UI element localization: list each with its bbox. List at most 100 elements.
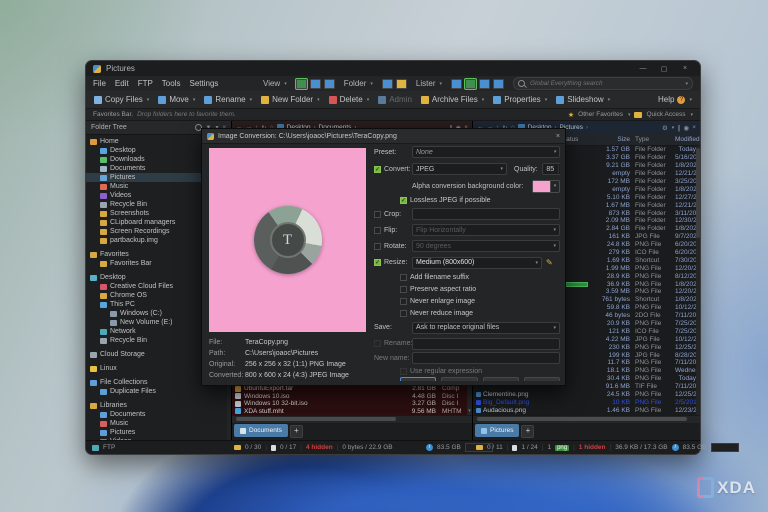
- rename-input[interactable]: [412, 337, 560, 350]
- alpha-color-picker[interactable]: ▾: [532, 179, 560, 193]
- file-type: File Folder: [635, 178, 666, 185]
- convert-checkbox[interactable]: [374, 165, 381, 173]
- aspect-checkbox[interactable]: [400, 285, 407, 293]
- view-layout-icon[interactable]: [294, 77, 308, 90]
- new-tab-button[interactable]: +: [521, 425, 535, 438]
- lister-layout-icon[interactable]: [479, 78, 490, 89]
- quality-stepper[interactable]: 85▴▾: [541, 163, 560, 175]
- ftp-item[interactable]: FTP: [92, 441, 115, 454]
- lister-layout-icon[interactable]: [451, 78, 462, 89]
- flip-select[interactable]: Flip Horizontally ▾: [412, 224, 560, 236]
- info-icon[interactable]: i: [426, 444, 433, 451]
- close-button[interactable]: ×: [677, 65, 693, 72]
- toolbar-button[interactable]: Delete ▾: [326, 94, 373, 105]
- menu-item[interactable]: Edit: [115, 79, 129, 88]
- info-icon[interactable]: i: [671, 444, 679, 451]
- newname-input[interactable]: [412, 352, 560, 364]
- window-titlebar[interactable]: Pictures — ▢ ×: [86, 61, 700, 76]
- search-input[interactable]: [528, 79, 682, 88]
- right-horizontal-scrollbar[interactable]: [473, 415, 700, 423]
- aspect-label: Preserve aspect ratio: [410, 285, 477, 293]
- folder-dropdown[interactable]: Folder ▾: [344, 79, 373, 88]
- view-dropdown[interactable]: View ▾: [263, 79, 287, 88]
- tree-item[interactable]: Music: [86, 419, 231, 428]
- ok-button[interactable]: OK: [400, 377, 437, 381]
- left-horizontal-scrollbar[interactable]: [232, 415, 472, 423]
- dialog-titlebar[interactable]: Image Conversion: C:\Users\joaoc\Picture…: [202, 129, 565, 144]
- toolbar-button[interactable]: Admin ▾: [375, 94, 415, 105]
- column-size[interactable]: Size: [594, 136, 630, 143]
- lister-dropdown[interactable]: Lister ▾: [416, 79, 442, 88]
- skip-button[interactable]: Skip: [482, 377, 519, 381]
- folder-layout-icon[interactable]: [395, 78, 407, 89]
- crop-input[interactable]: [412, 208, 560, 220]
- help-button[interactable]: Help ? ▾: [655, 94, 695, 105]
- pause-icon[interactable]: ∥: [677, 124, 680, 132]
- toolbar-button[interactable]: Rename ▾: [201, 94, 255, 105]
- save-select[interactable]: Ask to replace original files ▾: [412, 321, 560, 334]
- right-vertical-scrollbar[interactable]: [696, 146, 700, 415]
- suffix-checkbox[interactable]: [400, 273, 407, 281]
- minimize-button[interactable]: —: [635, 65, 651, 72]
- regex-checkbox[interactable]: [400, 367, 407, 375]
- tree-item[interactable]: Duplicate Files: [86, 387, 231, 396]
- toolbar-button[interactable]: Archive Files ▾: [418, 94, 487, 105]
- resize-select[interactable]: Medium (800x600) ▾: [412, 256, 542, 269]
- never-reduce-checkbox[interactable]: [400, 309, 407, 317]
- file-value: TeraCopy.png: [245, 339, 289, 346]
- table-row[interactable]: Audacious.png 1.46 KB PNG File 12/23/202…: [473, 406, 700, 414]
- table-row[interactable]: UbuntuExport.tar 2.81 GB Comp: [232, 385, 467, 393]
- tab-pictures[interactable]: Pictures: [475, 424, 520, 437]
- toolbar-button[interactable]: Move ▾: [155, 94, 198, 105]
- tab-documents[interactable]: Documents: [234, 424, 288, 437]
- toolbar-button[interactable]: Properties ▾: [490, 94, 550, 105]
- chevron-down-icon: ▾: [192, 96, 196, 103]
- resize-checkbox[interactable]: [374, 259, 381, 266]
- table-row[interactable]: Windows 10.iso 4.48 GB Disc I: [232, 392, 467, 400]
- new-tab-button[interactable]: +: [289, 425, 303, 438]
- maximize-button[interactable]: ▢: [656, 65, 672, 73]
- folder-layout-icon[interactable]: [381, 78, 393, 89]
- rename-checkbox[interactable]: [374, 340, 381, 347]
- flip-checkbox[interactable]: [374, 226, 381, 234]
- table-row[interactable]: Big_Default.png 10 KB PNG File 2/5/2014: [473, 399, 700, 407]
- all-button[interactable]: All: [441, 377, 478, 381]
- tree-item[interactable]: Documents: [86, 410, 231, 419]
- edit-sizes-icon[interactable]: ✎: [546, 258, 556, 268]
- menu-item[interactable]: Tools: [162, 79, 181, 88]
- toolbar-button[interactable]: Slideshow ▾: [553, 94, 613, 105]
- tree-item[interactable]: Pictures: [86, 428, 231, 437]
- cancel-button[interactable]: Cancel: [523, 377, 560, 381]
- view-layout-icon[interactable]: [323, 78, 335, 89]
- other-favorites-dropdown[interactable]: Other Favorites: [578, 111, 623, 118]
- column-modified[interactable]: Modified: [675, 136, 704, 143]
- filter-view-icon[interactable]: ◉: [684, 124, 690, 132]
- rotate-checkbox[interactable]: [374, 242, 381, 250]
- gear-icon[interactable]: ⚙: [662, 124, 668, 132]
- menu-item[interactable]: Settings: [189, 79, 218, 88]
- table-row[interactable]: Windows 10 32-bit.iso 3.27 GB Disc I: [232, 400, 467, 408]
- tree-item-icon: [100, 219, 107, 226]
- panel-close-icon[interactable]: ×: [692, 124, 696, 131]
- lister-layout-icon[interactable]: [493, 78, 504, 89]
- rotate-select[interactable]: 90 degrees ▾: [412, 240, 560, 252]
- crop-checkbox[interactable]: [374, 210, 381, 218]
- view-layout-icon[interactable]: [309, 78, 321, 89]
- convert-format-select[interactable]: JPEG ▾: [412, 163, 507, 175]
- lister-layout-icon[interactable]: [464, 77, 477, 90]
- menu-item[interactable]: File: [93, 79, 106, 88]
- table-row[interactable]: Clementine.png 24.5 KB PNG File 12/25/20…: [473, 391, 700, 399]
- table-row[interactable]: XDA stuff.mht 9.56 MB MHTM: [232, 407, 467, 415]
- dialog-close-icon[interactable]: ×: [556, 133, 560, 140]
- menu-item[interactable]: FTP: [138, 79, 153, 88]
- quick-access-dropdown[interactable]: Quick Access: [646, 111, 685, 118]
- toolbar-button[interactable]: Copy Files ▾: [91, 94, 152, 105]
- toolbar-button[interactable]: New Folder ▾: [258, 94, 322, 105]
- column-type[interactable]: Type: [630, 136, 675, 143]
- toolbar-button-label: New Folder: [272, 95, 314, 104]
- global-search[interactable]: ▾: [513, 77, 693, 90]
- never-enlarge-checkbox[interactable]: [400, 297, 407, 305]
- lossless-checkbox[interactable]: [400, 196, 407, 204]
- tree-item[interactable]: Libraries: [86, 401, 231, 410]
- preset-select[interactable]: None ▾: [412, 146, 560, 158]
